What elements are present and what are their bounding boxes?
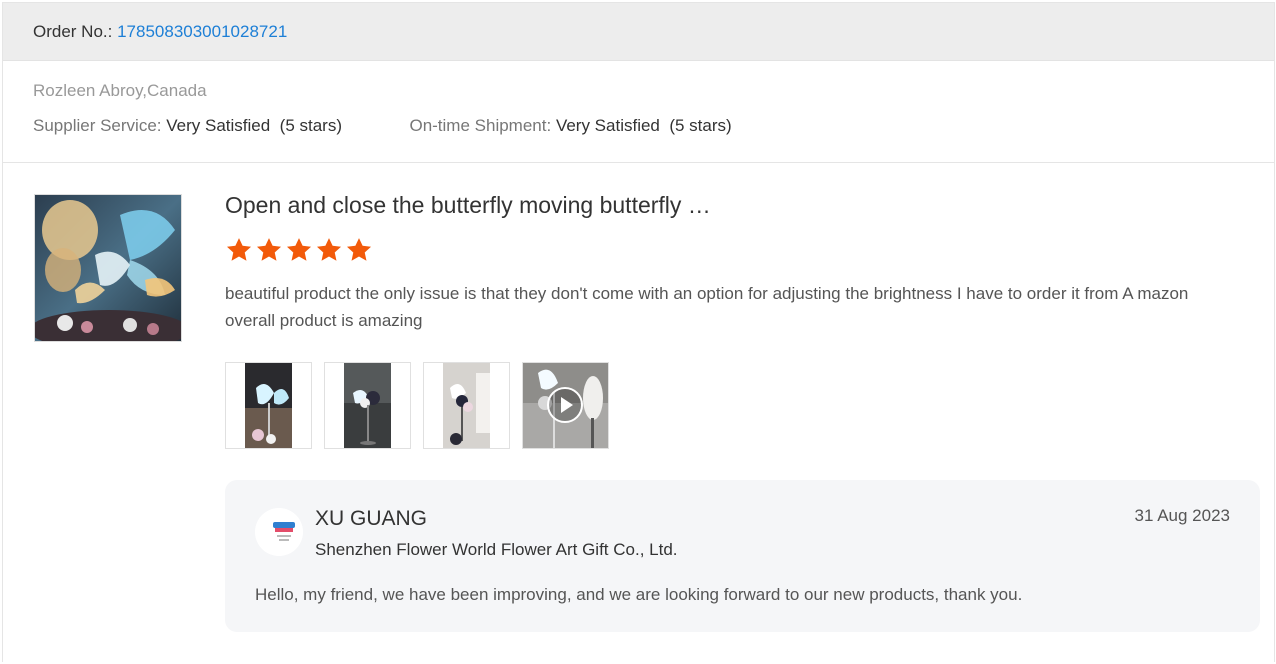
review-photo-thumbnail[interactable] xyxy=(225,362,312,449)
ratings-row: Supplier Service: Very Satisfied (5 star… xyxy=(33,116,732,136)
star-icon xyxy=(286,238,312,261)
reply-text: Hello, my friend, we have been improving… xyxy=(255,585,1023,604)
review-photo-thumbnail[interactable] xyxy=(423,362,510,449)
order-number-label: Order No.: xyxy=(33,22,118,41)
butterfly-photo-icon xyxy=(245,363,292,448)
supplier-service-stars: (5 stars) xyxy=(279,116,342,135)
product-title[interactable]: Open and close the butterfly moving butt… xyxy=(225,192,711,219)
review-card: Order No.: 178508303001028721 Rozleen Ab… xyxy=(2,2,1275,662)
product-image[interactable] xyxy=(34,194,182,342)
reply-date: 31 Aug 2023 xyxy=(1134,506,1230,525)
review-video-thumbnail[interactable] xyxy=(522,362,609,449)
order-number-link[interactable]: 178508303001028721 xyxy=(117,22,287,41)
supplier-reply: XU GUANG Shenzhen Flower World Flower Ar… xyxy=(225,480,1260,632)
star-icon xyxy=(226,238,252,261)
butterfly-product-photo-icon xyxy=(35,195,181,341)
butterfly-stand-photo-icon xyxy=(443,363,490,448)
play-icon[interactable] xyxy=(545,385,585,425)
review-media-list xyxy=(225,362,609,449)
review-text: beautiful product the only issue is that… xyxy=(225,284,1189,330)
buyer-name: Rozleen Abroy,Canada xyxy=(33,81,207,100)
section-divider xyxy=(3,162,1274,163)
shipment-label: On-time Shipment: xyxy=(409,116,552,135)
butterfly-stand-photo-icon xyxy=(344,363,391,448)
order-header: Order No.: 178508303001028721 xyxy=(3,3,1274,61)
shipment-stars: (5 stars) xyxy=(669,116,732,135)
star-icon xyxy=(316,238,342,261)
supplier-name: XU GUANG xyxy=(315,507,428,530)
order-number-row: Order No.: 178508303001028721 xyxy=(33,22,287,42)
star-icon xyxy=(256,238,282,261)
supplier-logo-icon xyxy=(255,508,303,556)
supplier-avatar xyxy=(255,508,303,556)
star-icon xyxy=(346,238,372,261)
supplier-service-label: Supplier Service: xyxy=(33,116,162,135)
supplier-company[interactable]: Shenzhen Flower World Flower Art Gift Co… xyxy=(315,540,678,560)
supplier-service-value: Very Satisfied xyxy=(166,116,271,135)
review-photo-thumbnail[interactable] xyxy=(324,362,411,449)
shipment-value: Very Satisfied xyxy=(555,116,660,135)
star-rating xyxy=(225,236,373,264)
